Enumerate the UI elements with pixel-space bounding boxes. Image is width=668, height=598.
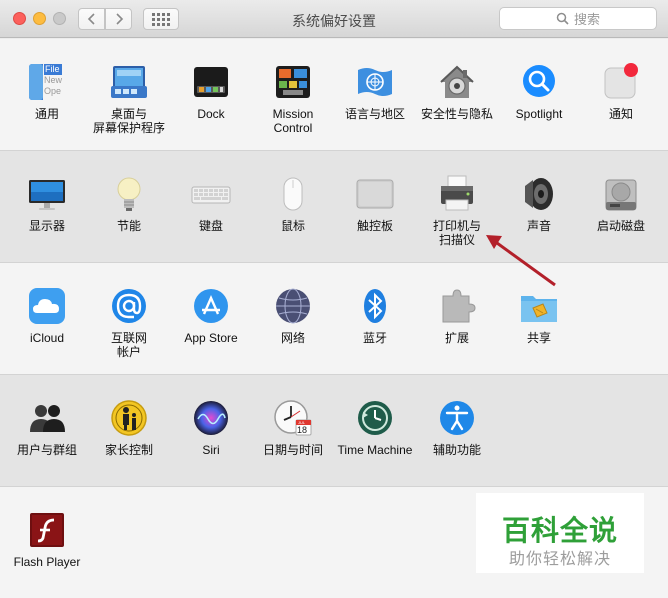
pane-label: 辅助功能 <box>432 443 481 457</box>
pane-notifications[interactable]: 通知 <box>580 60 662 121</box>
pane-trackpad[interactable]: 触控板 <box>334 172 416 233</box>
pane-extensions[interactable]: 扩展 <box>416 284 498 345</box>
search-input[interactable]: 搜索 <box>499 7 657 30</box>
general-icon-line: File <box>44 64 63 75</box>
printer-icon <box>435 172 479 216</box>
pane-parental-controls[interactable]: 家长控制 <box>88 396 170 457</box>
trackpad-icon <box>353 172 397 216</box>
system-preferences-window: 系统偏好设置 搜索 File New Ope 通用 桌面与 屏幕保护程序 Doc… <box>0 0 668 598</box>
puzzle-icon <box>435 284 479 328</box>
pane-dock[interactable]: Dock <box>170 60 252 121</box>
hard-disk-icon <box>599 172 643 216</box>
pane-siri[interactable]: Siri <box>170 396 252 457</box>
pane-mission-control[interactable]: Mission Control <box>252 60 334 135</box>
pane-accessibility[interactable]: 辅助功能 <box>416 396 498 457</box>
users-icon <box>25 396 69 440</box>
pane-label: 启动磁盘 <box>596 219 645 233</box>
at-sign-icon <box>107 284 151 328</box>
app-store-icon <box>189 284 233 328</box>
search-placeholder: 搜索 <box>573 12 600 27</box>
un-flag-icon <box>353 60 397 104</box>
mouse-icon <box>271 172 315 216</box>
pane-date-time[interactable]: JUL 18 日期与时间 <box>252 396 334 457</box>
sharing-folder-icon <box>517 284 561 328</box>
speaker-icon <box>517 172 561 216</box>
pane-sound[interactable]: 声音 <box>498 172 580 233</box>
pane-icloud[interactable]: iCloud <box>6 284 88 345</box>
pane-label: 共享 <box>526 331 551 345</box>
pane-users-groups[interactable]: 用户与群组 <box>6 396 88 457</box>
general-icon-line: New <box>44 75 63 85</box>
mission-control-icon <box>271 60 315 104</box>
pane-general[interactable]: File New Ope 通用 <box>6 60 88 121</box>
pane-bluetooth[interactable]: 蓝牙 <box>334 284 416 345</box>
watermark: 百科全说 助你轻松解决 <box>476 493 644 573</box>
watermark-subtitle: 助你轻松解决 <box>508 551 611 568</box>
cloud-icon <box>25 284 69 328</box>
time-machine-icon <box>353 396 397 440</box>
pane-internet-accounts[interactable]: 互联网 帐户 <box>88 284 170 359</box>
pane-time-machine[interactable]: Time Machine <box>334 396 416 457</box>
general-icon-line: Ope <box>44 86 62 96</box>
house-lock-icon <box>435 60 479 104</box>
title-bar: 系统偏好设置 搜索 <box>0 0 668 38</box>
keyboard-icon <box>189 172 233 216</box>
pane-startup-disk[interactable]: 启动磁盘 <box>580 172 662 233</box>
pane-label: 通知 <box>608 107 633 121</box>
desktop-screensaver-icon <box>107 60 151 104</box>
pane-security-privacy[interactable]: 安全性与隐私 <box>416 60 498 121</box>
calendar-day: 18 <box>297 425 308 435</box>
general-file-icon: File New Ope <box>25 60 69 104</box>
pane-desktop[interactable]: 桌面与 屏幕保护程序 <box>88 60 170 135</box>
pane-app-store[interactable]: App Store <box>170 284 252 345</box>
search-icon <box>556 12 569 25</box>
flash-player-icon <box>25 508 69 552</box>
pane-sharing[interactable]: 共享 <box>498 284 580 345</box>
dock-icon <box>189 60 233 104</box>
pane-keyboard[interactable]: 键盘 <box>170 172 252 233</box>
parental-icon <box>107 396 151 440</box>
watermark-title: 百科全说 <box>501 515 618 546</box>
monitor-icon <box>25 172 69 216</box>
pane-language-region[interactable]: 语言与地区 <box>334 60 416 121</box>
globe-icon <box>271 284 315 328</box>
pane-mouse[interactable]: 鼠标 <box>252 172 334 233</box>
pane-label: Flash Player <box>13 555 81 569</box>
accessibility-icon <box>435 396 479 440</box>
magnifier-icon <box>517 60 561 104</box>
clock-calendar-icon: JUL 18 <box>271 396 315 440</box>
pane-energy-saver[interactable]: 节能 <box>88 172 170 233</box>
siri-icon <box>189 396 233 440</box>
lightbulb-icon <box>107 172 151 216</box>
pane-spotlight[interactable]: Spotlight <box>498 60 580 121</box>
pane-flash-player[interactable]: Flash Player <box>6 508 88 569</box>
notification-badge-icon <box>599 60 643 104</box>
pane-network[interactable]: 网络 <box>252 284 334 345</box>
bluetooth-icon <box>353 284 397 328</box>
pane-displays[interactable]: 显示器 <box>6 172 88 233</box>
pane-printers-scanners[interactable]: 打印机与 扫描仪 <box>416 172 498 247</box>
